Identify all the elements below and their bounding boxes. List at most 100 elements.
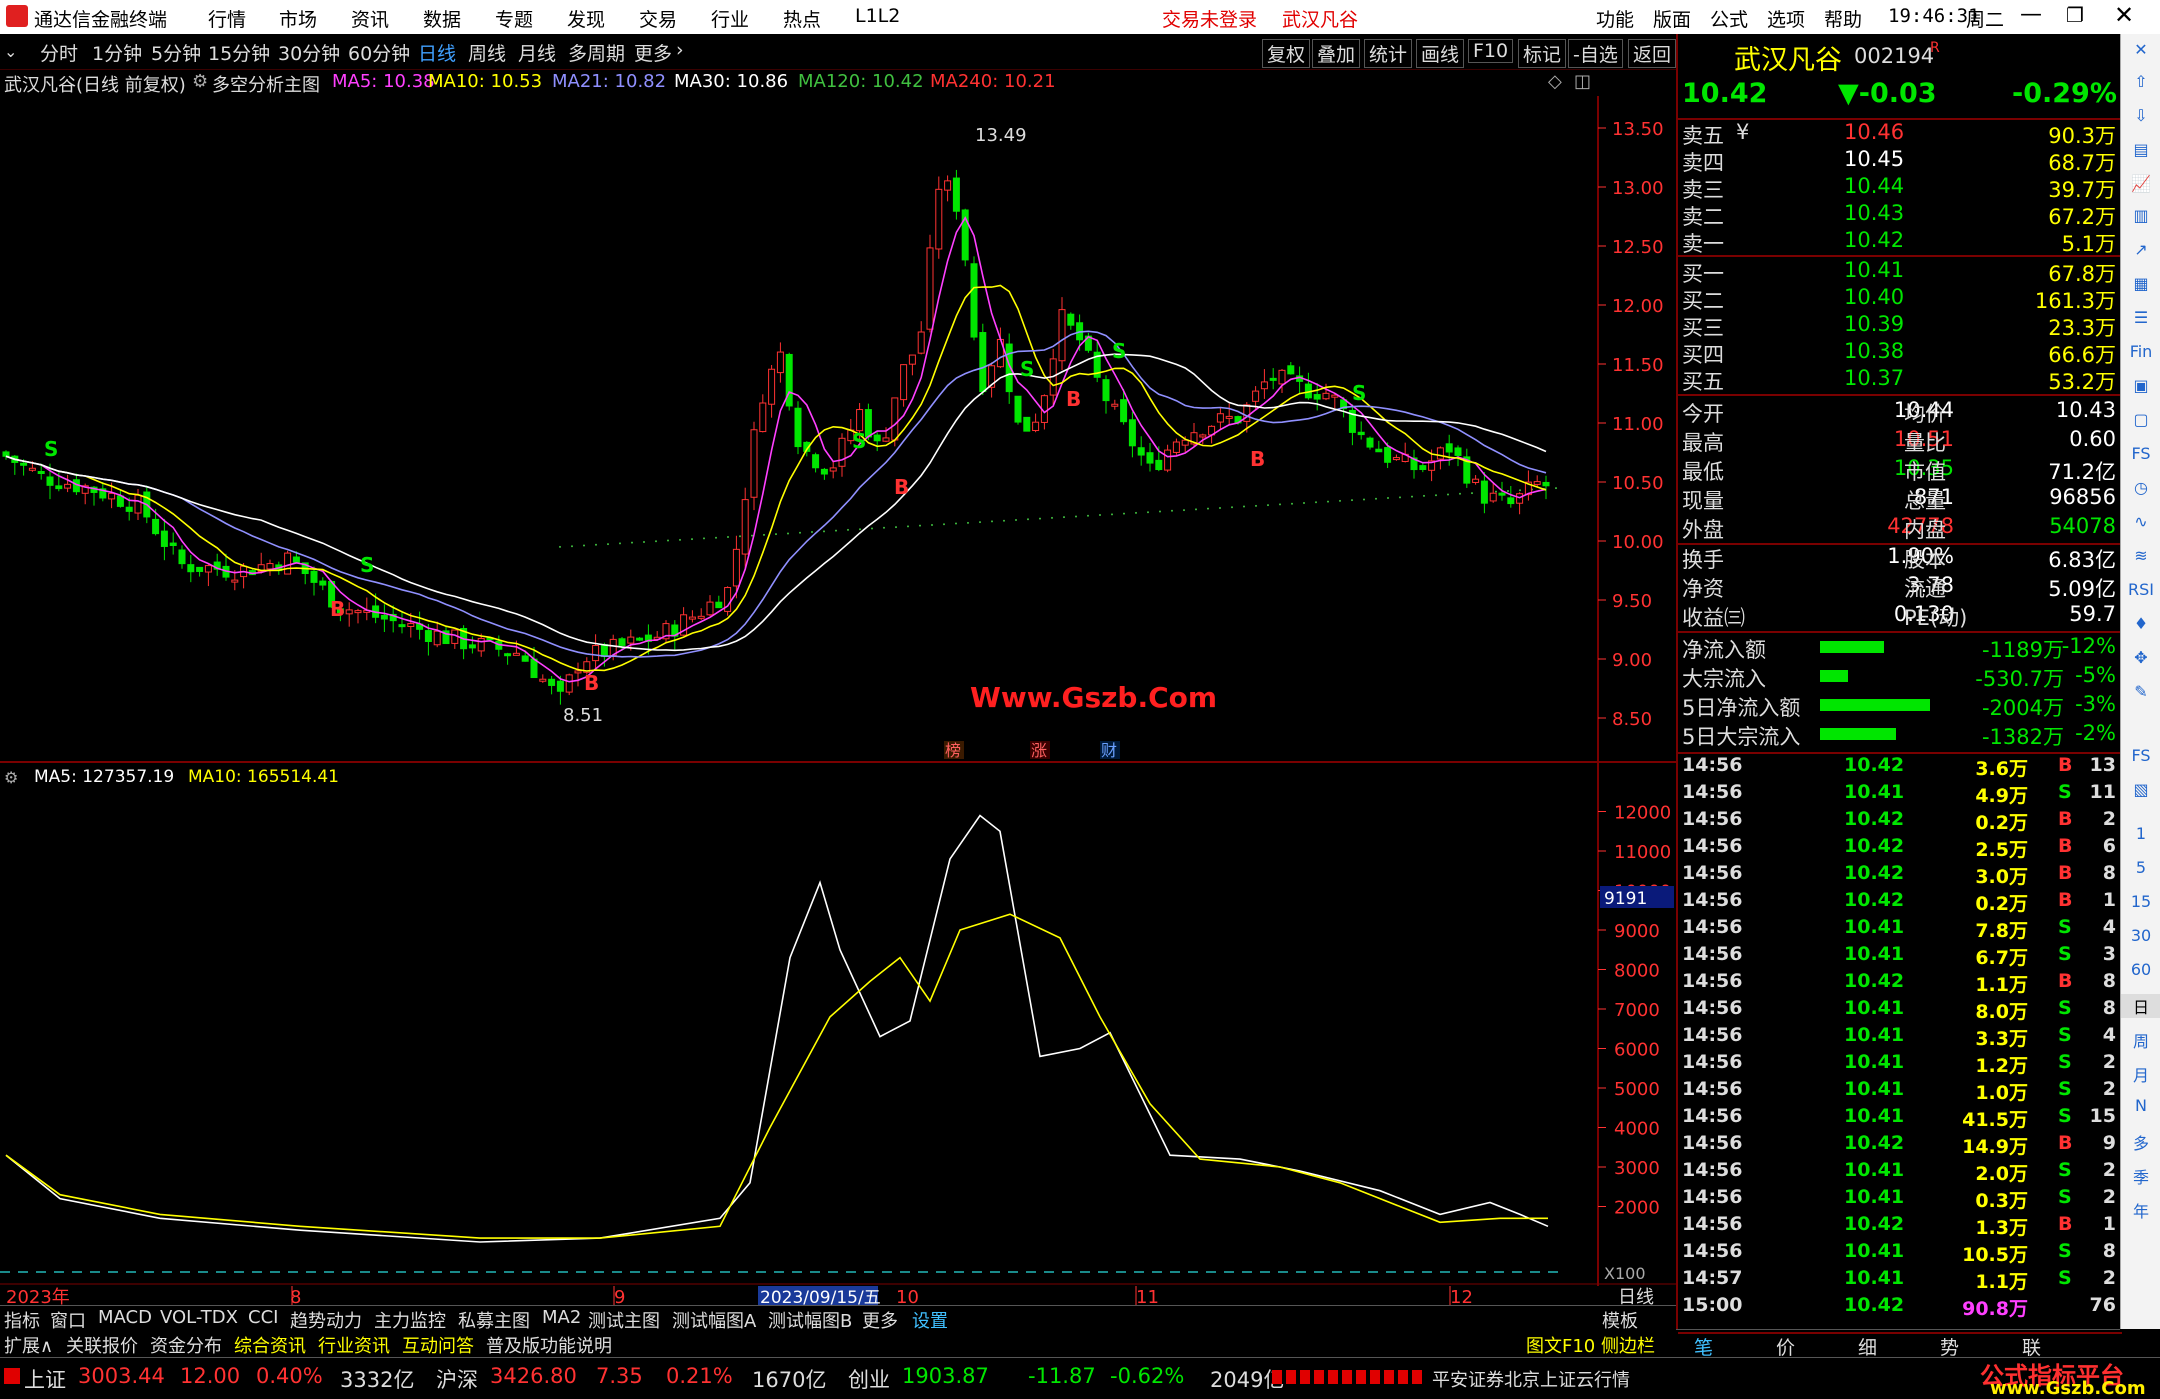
tab-ceshi-b[interactable]: 测试幅图B xyxy=(768,1307,852,1333)
period-fenshi[interactable]: 分时 xyxy=(40,39,78,66)
menu-jiaoyi[interactable]: 交易 xyxy=(639,5,677,32)
menu-gongshi[interactable]: 公式 xyxy=(1710,5,1748,32)
action-fuquan[interactable]: 复权 xyxy=(1262,39,1311,68)
ask-row[interactable]: 卖四 10.45 68.7万 xyxy=(1678,147,2122,175)
trend-icon[interactable]: ↗ xyxy=(2121,240,2160,259)
sz-name[interactable]: 沪深 xyxy=(436,1364,478,1394)
tab-chuangkou[interactable]: 窗口 xyxy=(50,1307,86,1333)
tick-tab-3[interactable]: 势 xyxy=(1940,1333,1959,1360)
bid-row[interactable]: 买五 10.37 53.2万 xyxy=(1678,366,2122,394)
move-icon[interactable]: ✥ xyxy=(2121,648,2160,667)
sidebar-period-1[interactable]: 5 xyxy=(2121,858,2160,877)
chart-icon[interactable]: ▤ xyxy=(2121,140,2160,159)
tab-settings[interactable]: 设置 xyxy=(912,1307,948,1333)
tick-row[interactable]: 14:56 10.41 7.8万 S 4 xyxy=(1678,916,2122,943)
tick-row[interactable]: 14:56 10.41 1.2万 S 2 xyxy=(1678,1051,2122,1078)
tick-row[interactable]: 15:00 10.42 90.8万 76 xyxy=(1678,1294,2122,1321)
restore-icon[interactable]: ❐ xyxy=(2066,3,2084,27)
tick-tab-4[interactable]: 联 xyxy=(2022,1333,2041,1360)
diamond-icon[interactable]: ◇ xyxy=(1548,71,1562,92)
tick-tab-0[interactable]: 笔 xyxy=(1694,1333,1713,1360)
action-biaoji[interactable]: 标记 xyxy=(1518,39,1567,68)
tick-row[interactable]: 14:56 10.42 2.5万 B 6 xyxy=(1678,835,2122,862)
bid-row[interactable]: 买四 10.38 66.6万 xyxy=(1678,339,2122,367)
tick-row[interactable]: 14:56 10.41 2.0万 S 2 xyxy=(1678,1159,2122,1186)
tab-puji[interactable]: 普及版功能说明 xyxy=(486,1332,612,1358)
list-icon[interactable]: ☰ xyxy=(2121,308,2160,327)
tick-row[interactable]: 14:56 10.41 0.3万 S 2 xyxy=(1678,1186,2122,1213)
rsi-icon[interactable]: RSI xyxy=(2121,580,2160,599)
tick-row[interactable]: 14:56 10.42 0.2万 B 1 xyxy=(1678,889,2122,916)
tab-ma2[interactable]: MA2 xyxy=(542,1307,581,1328)
tick-tab-2[interactable]: 细 xyxy=(1858,1333,1877,1360)
tab-zonghe[interactable]: 综合资讯 xyxy=(234,1332,306,1358)
menu-faxian[interactable]: 发现 xyxy=(567,5,605,32)
gear-icon[interactable]: ⚙ xyxy=(192,71,208,92)
cy-name[interactable]: 创业 xyxy=(848,1364,890,1394)
period-5min[interactable]: 5分钟 xyxy=(151,39,201,66)
tab-more[interactable]: 更多 xyxy=(862,1307,898,1333)
candle-icon[interactable]: ▥ xyxy=(2121,206,2160,225)
tick-row[interactable]: 14:57 10.41 1.1万 S 2 xyxy=(1678,1267,2122,1294)
tab-template[interactable]: 模板 xyxy=(1602,1307,1638,1333)
arrow-up-icon[interactable]: ⇧ xyxy=(2121,72,2160,91)
menu-redian[interactable]: 热点 xyxy=(783,5,821,32)
sidebar-period-6[interactable]: 周 xyxy=(2121,1028,2160,1052)
action-f10[interactable]: F10 xyxy=(1468,39,1514,63)
period-multi[interactable]: 多周期 xyxy=(568,39,625,66)
marker-bang[interactable]: 榜 xyxy=(945,741,961,760)
panel-toggle-icon[interactable]: ◫ xyxy=(1574,71,1591,92)
tab-kuozhan[interactable]: 扩展∧ xyxy=(4,1332,53,1358)
menu-l1l2[interactable]: L1L2 xyxy=(855,5,900,27)
period-15min[interactable]: 15分钟 xyxy=(208,39,270,66)
menu-shichang[interactable]: 市场 xyxy=(279,5,317,32)
tick-row[interactable]: 14:56 10.41 3.3万 S 4 xyxy=(1678,1024,2122,1051)
tick-row[interactable]: 14:56 10.41 4.9万 S 11 xyxy=(1678,781,2122,808)
action-huaxian[interactable]: 画线 xyxy=(1416,39,1465,68)
minimize-icon[interactable]: — xyxy=(2020,2,2042,27)
tick-row[interactable]: 14:56 10.41 8.0万 S 8 xyxy=(1678,997,2122,1024)
menu-gongneng[interactable]: 功能 xyxy=(1596,5,1634,32)
tick-row[interactable]: 14:56 10.41 41.5万 S 15 xyxy=(1678,1105,2122,1132)
doc-icon[interactable]: ▢ xyxy=(2121,410,2160,429)
fin-icon[interactable]: Fin xyxy=(2121,342,2160,361)
sidebar-period-3[interactable]: 30 xyxy=(2121,926,2160,945)
tab-qushi[interactable]: 趋势动力 xyxy=(290,1307,362,1333)
macd-icon[interactable]: ≋ xyxy=(2121,546,2160,565)
tab-ceshi-zhu[interactable]: 测试主图 xyxy=(588,1307,660,1333)
tick-row[interactable]: 14:56 10.42 14.9万 B 9 xyxy=(1678,1132,2122,1159)
tick-row[interactable]: 14:56 10.42 3.6万 B 13 xyxy=(1678,754,2122,781)
ask-row[interactable]: 卖二 10.43 67.2万 xyxy=(1678,201,2122,229)
action-diejia[interactable]: 叠加 xyxy=(1312,39,1361,68)
bid-row[interactable]: 买二 10.40 161.3万 xyxy=(1678,285,2122,313)
bars-icon[interactable]: ▦ xyxy=(2121,274,2160,293)
wave-icon[interactable]: ∿ xyxy=(2121,512,2160,531)
sidebar-period-0[interactable]: 1 xyxy=(2121,824,2160,843)
fs-icon[interactable]: FS xyxy=(2121,444,2160,463)
period-daily[interactable]: 日线 xyxy=(418,39,456,66)
sidebar-period-2[interactable]: 15 xyxy=(2121,892,2160,911)
menu-zhuanti[interactable]: 专题 xyxy=(495,5,533,32)
marker-cai[interactable]: 财 xyxy=(1101,741,1117,760)
tab-macd[interactable]: MACD xyxy=(98,1307,152,1328)
tab-cci[interactable]: CCI xyxy=(248,1307,278,1328)
tab-zijin[interactable]: 资金分布 xyxy=(150,1332,222,1358)
menu-zixun[interactable]: 资讯 xyxy=(351,5,389,32)
menu-banmian[interactable]: 版面 xyxy=(1653,5,1691,32)
action-fanhui[interactable]: 返回 xyxy=(1628,39,1677,68)
period-1min[interactable]: 1分钟 xyxy=(92,39,142,66)
sidebar-period-10[interactable]: 季 xyxy=(2121,1164,2160,1188)
period-weekly[interactable]: 周线 xyxy=(468,39,506,66)
period-30min[interactable]: 30分钟 xyxy=(278,39,340,66)
tick-row[interactable]: 14:56 10.42 1.1万 B 8 xyxy=(1678,970,2122,997)
main-indicator-name[interactable]: 多空分析主图 xyxy=(212,71,320,97)
tick-row[interactable]: 14:56 10.42 1.3万 B 1 xyxy=(1678,1213,2122,1240)
menu-shuju[interactable]: 数据 xyxy=(423,5,461,32)
ask-row[interactable]: 卖三 10.44 39.7万 xyxy=(1678,174,2122,202)
fs2-icon[interactable]: FS xyxy=(2121,746,2160,765)
action-tongji[interactable]: 统计 xyxy=(1364,39,1413,68)
grid-icon[interactable]: ▣ xyxy=(2121,376,2160,395)
tab-hudong[interactable]: 互动问答 xyxy=(402,1332,474,1358)
tab-zhuli[interactable]: 主力监控 xyxy=(374,1307,446,1333)
bell-icon[interactable]: ♦ xyxy=(2121,614,2160,633)
